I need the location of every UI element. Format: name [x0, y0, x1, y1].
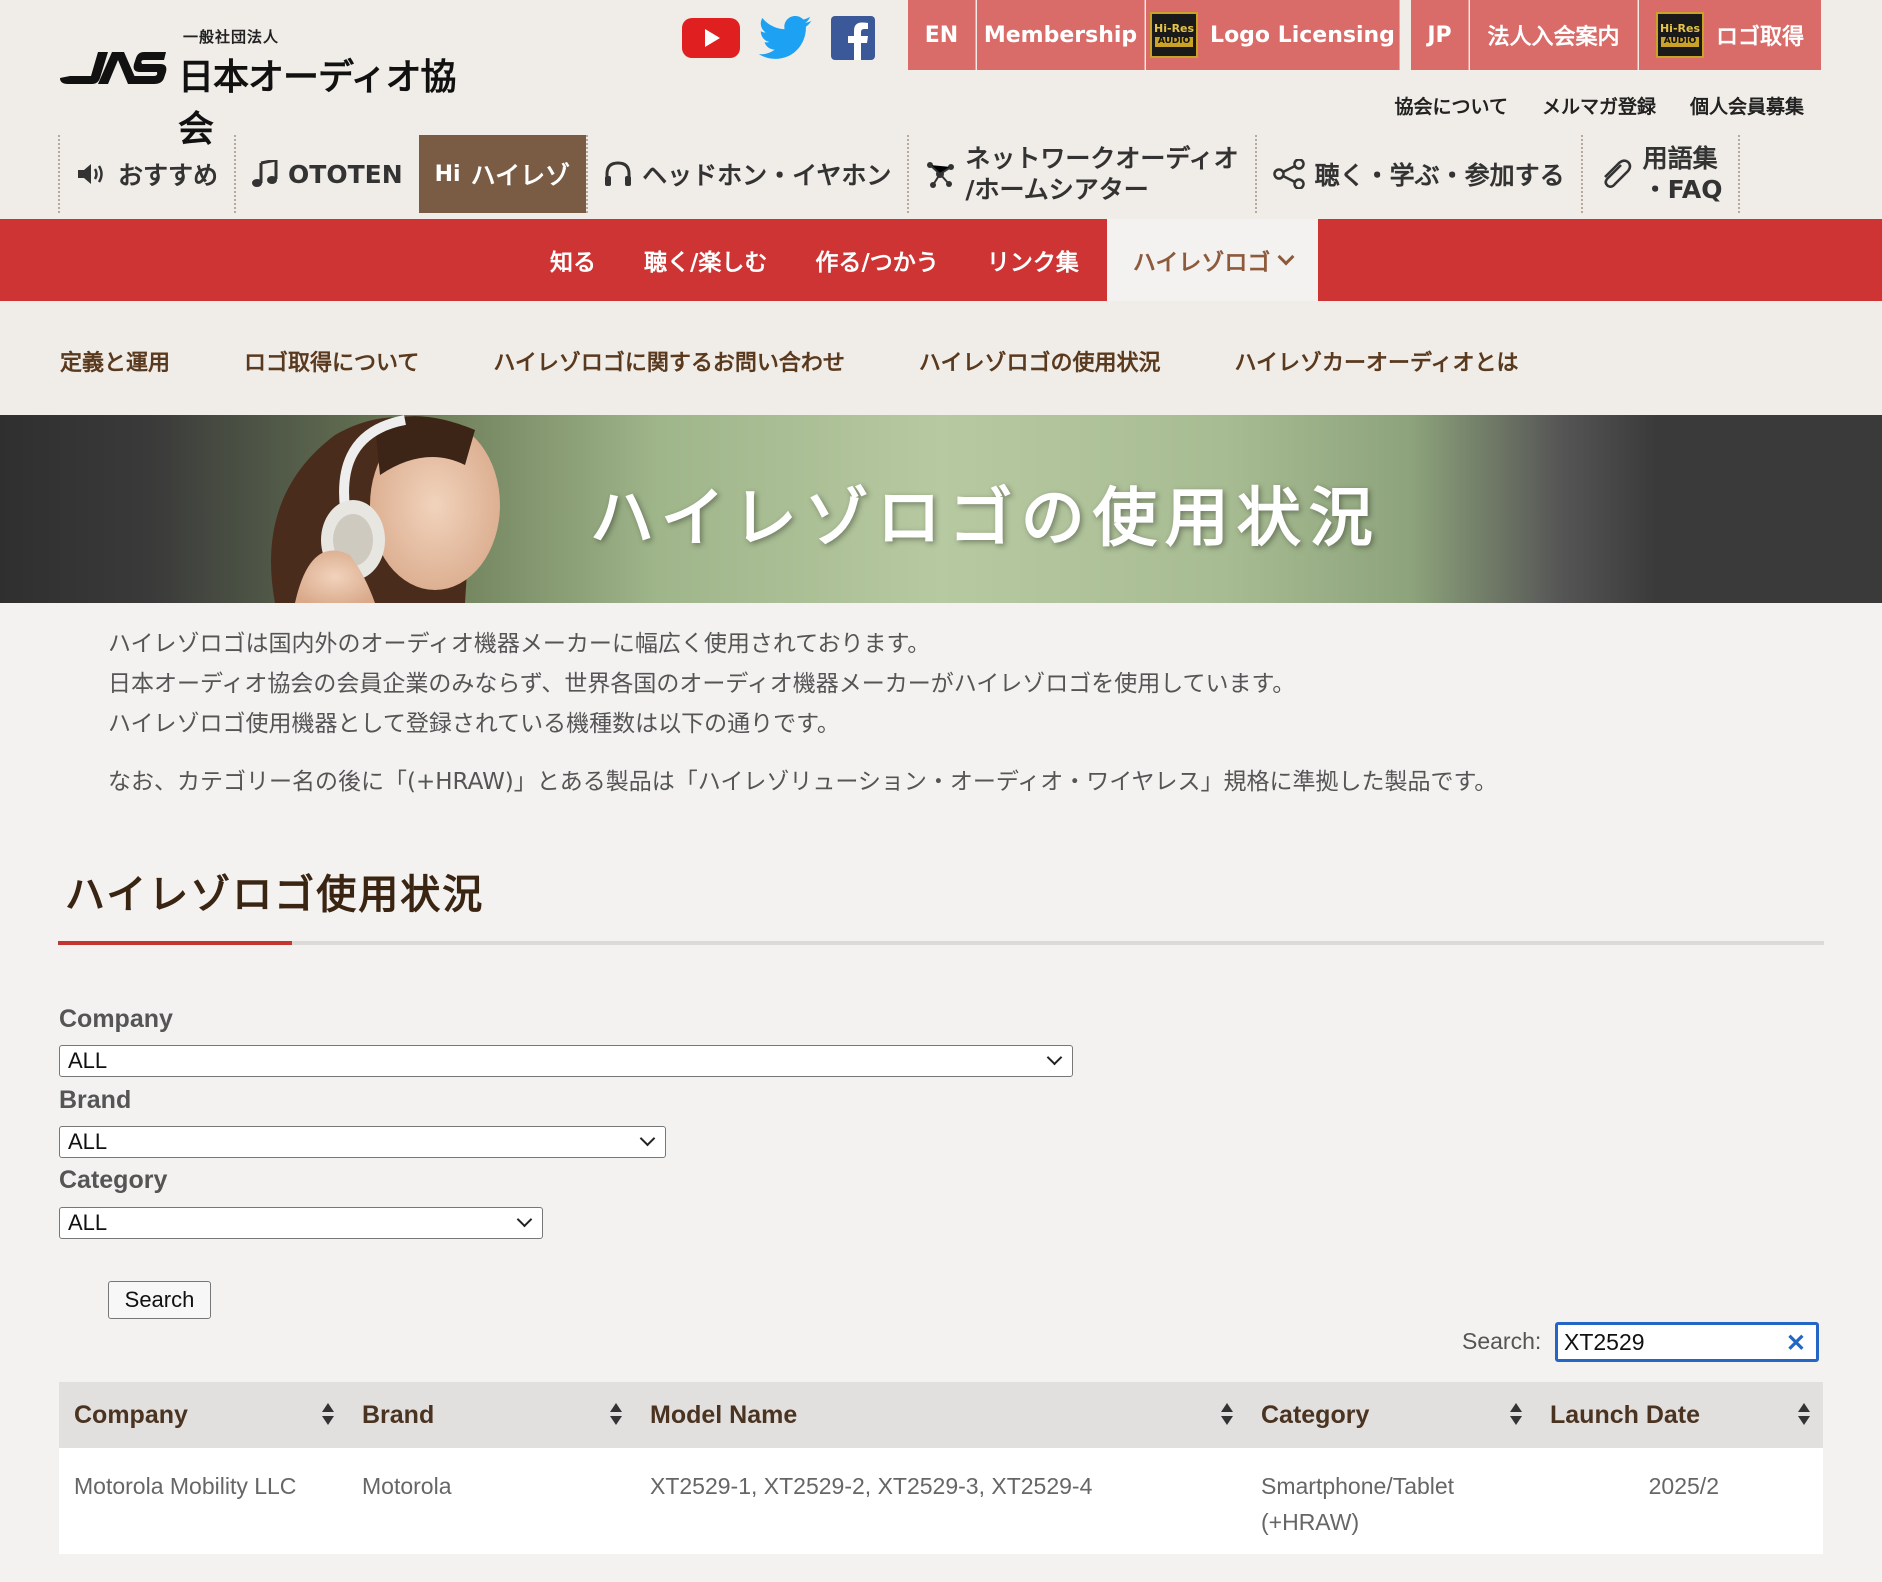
- paperclip-icon: [1603, 159, 1631, 188]
- youtube-link[interactable]: [682, 16, 740, 60]
- twitter-link[interactable]: [757, 16, 813, 60]
- youtube-icon: [682, 18, 740, 58]
- nav-network-audio[interactable]: ネットワークオーディオ /ホームシアター: [907, 135, 1254, 213]
- company-select[interactable]: ALL: [59, 1045, 1073, 1077]
- search-button[interactable]: Search: [108, 1281, 211, 1319]
- tertiary-nav-inquiry[interactable]: ハイレゾロゴに関するお問い合わせ: [493, 345, 845, 377]
- nav-recommend[interactable]: おすすめ: [58, 135, 234, 213]
- table-header: Company Brand Model Name Category Launch…: [59, 1382, 1823, 1448]
- secondary-nav-make[interactable]: 作る/つかう: [791, 219, 962, 301]
- column-header-company[interactable]: Company: [59, 1382, 347, 1448]
- logo-subtitle: 一般社団法人: [183, 28, 280, 46]
- nav-ototen[interactable]: OTOTEN: [234, 135, 419, 213]
- link-about[interactable]: 協会について: [1395, 92, 1508, 119]
- headphones-icon: [605, 161, 632, 186]
- tab-logo-licensing[interactable]: Hi-Res AUDIO Logo Licensing: [1146, 0, 1400, 70]
- tab-jp[interactable]: JP: [1411, 0, 1469, 70]
- column-header-model[interactable]: Model Name: [635, 1382, 1246, 1448]
- category-label: Category: [59, 1166, 168, 1194]
- intro-line: ハイレゾロゴは国内外のオーディオ機器メーカーに幅広く使用されております。: [108, 631, 931, 657]
- nav-glossary-faq[interactable]: 用語集 ・FAQ: [1580, 135, 1741, 213]
- speaker-icon: [78, 164, 103, 184]
- table-row: Motorola Mobility LLC Motorola XT2529-1,…: [59, 1448, 1823, 1554]
- facebook-icon: [831, 16, 875, 60]
- tab-en[interactable]: EN: [908, 0, 976, 70]
- hero-banner: ハイレゾロゴの使用状況: [0, 415, 1882, 603]
- table-search-label: Search:: [1462, 1328, 1542, 1354]
- tab-logo-get-label: ロゴ取得: [1715, 25, 1804, 50]
- secondary-nav: 知る 聴く/楽しむ 作る/つかう リンク集 ハイレゾロゴ: [526, 219, 1319, 301]
- main-nav: おすすめ OTOTEN Hi ハイレゾ ヘッドホン・イヤホン ネットワークオーデ…: [58, 135, 1824, 213]
- facebook-link[interactable]: [830, 16, 876, 60]
- jas-logo[interactable]: 一般社団法人 日本オーディオ協会: [58, 22, 478, 150]
- column-header-brand[interactable]: Brand: [347, 1382, 635, 1448]
- share-icon: [1272, 159, 1305, 189]
- tertiary-nav: 定義と運用 ロゴ取得について ハイレゾロゴに関するお問い合わせ ハイレゾロゴの使…: [60, 345, 1519, 377]
- tertiary-nav-definition[interactable]: 定義と運用: [60, 345, 170, 377]
- jas-logo-mark-icon: [60, 52, 167, 84]
- cell-company: Motorola Mobility LLC: [74, 1473, 297, 1499]
- sort-icon: [1797, 1403, 1811, 1427]
- column-header-launch-date[interactable]: Launch Date: [1535, 1382, 1823, 1448]
- sort-icon: [609, 1403, 623, 1427]
- nav-headphones[interactable]: ヘッドホン・イヤホン: [586, 135, 907, 213]
- chevron-down-icon: [1046, 1049, 1063, 1066]
- tertiary-nav-usage-status[interactable]: ハイレゾロゴの使用状況: [919, 345, 1161, 377]
- hi-icon: Hi: [434, 161, 461, 187]
- table-search-input[interactable]: XT2529 ✕: [1555, 1322, 1819, 1362]
- category-select[interactable]: ALL: [59, 1207, 543, 1239]
- intro-line: ハイレゾロゴ使用機器として登録されている機種数は以下の通りです。: [108, 711, 840, 737]
- link-individual-membership[interactable]: 個人会員募集: [1690, 92, 1804, 119]
- clear-icon[interactable]: ✕: [1786, 1329, 1806, 1358]
- column-header-category[interactable]: Category: [1246, 1382, 1535, 1448]
- tab-membership[interactable]: Membership: [977, 0, 1145, 70]
- network-nodes-icon: [927, 162, 955, 188]
- sort-icon: [321, 1403, 335, 1427]
- nav-listen-learn[interactable]: 聴く・学ぶ・参加する: [1254, 135, 1581, 213]
- link-newsletter[interactable]: メルマガ登録: [1542, 92, 1656, 119]
- cell-model: XT2529-1, XT2529-2, XT2529-3, XT2529-4: [650, 1473, 1093, 1499]
- secondary-nav-bar: 知る 聴く/楽しむ 作る/つかう リンク集 ハイレゾロゴ: [0, 219, 1882, 301]
- site-header: 一般社団法人 日本オーディオ協会 EN Membership Hi-Res AU…: [0, 0, 1882, 219]
- hires-audio-badge-icon: Hi-Res AUDIO: [1150, 12, 1199, 58]
- intro-note: なお、カテゴリー名の後に「(+HRAW)」とある製品は「ハイレゾリューション・オ…: [108, 769, 1498, 795]
- section-title: ハイレゾロゴ使用状況: [65, 872, 485, 918]
- sort-icon: [1220, 1403, 1234, 1427]
- secondary-nav-hires-logo[interactable]: ハイレゾロゴ: [1106, 219, 1319, 301]
- tab-logo-licensing-label: Logo Licensing: [1210, 22, 1395, 48]
- results-table: Company Brand Model Name Category Launch…: [59, 1382, 1823, 1554]
- nav-hires[interactable]: Hi ハイレゾ: [418, 135, 587, 213]
- chevron-down-icon: [639, 1130, 656, 1147]
- intro-line: 日本オーディオ協会の会員企業のみならず、世界各国のオーディオ機器メーカーがハイレ…: [108, 671, 1296, 697]
- hires-audio-badge-icon: Hi-Res AUDIO: [1655, 12, 1704, 58]
- hero-title: ハイレゾロゴの使用状況: [590, 481, 1381, 556]
- cell-brand: Motorola: [362, 1473, 452, 1499]
- tab-corp-membership[interactable]: 法人入会案内: [1470, 0, 1638, 70]
- header-sub-links: 協会について メルマガ登録 個人会員募集: [1395, 92, 1804, 119]
- twitter-bird-icon: [758, 16, 812, 59]
- chevron-down-icon: [516, 1211, 533, 1228]
- tertiary-nav-logo-acquisition[interactable]: ロゴ取得について: [244, 345, 419, 377]
- secondary-nav-know[interactable]: 知る: [526, 219, 620, 301]
- cell-launch-date: 2025/2: [1648, 1473, 1719, 1499]
- intro-text: ハイレゾロゴは国内外のオーディオ機器メーカーに幅広く使用されております。 日本オ…: [108, 624, 1497, 802]
- tertiary-nav-car-audio[interactable]: ハイレゾカーオーディオとは: [1234, 345, 1518, 377]
- tertiary-nav-bar: 定義と運用 ロゴ取得について ハイレゾロゴに関するお問い合わせ ハイレゾロゴの使…: [0, 301, 1882, 415]
- brand-label: Brand: [59, 1086, 132, 1114]
- company-label: Company: [59, 1005, 173, 1033]
- secondary-nav-listen[interactable]: 聴く/楽しむ: [620, 219, 791, 301]
- chevron-down-icon: [1277, 248, 1295, 266]
- music-note-icon: [252, 160, 278, 187]
- woman-with-headphones-image: [271, 415, 500, 603]
- section-divider: [58, 941, 1824, 945]
- brand-select[interactable]: ALL: [59, 1126, 666, 1158]
- cell-category: Smartphone/Tablet (+HRAW): [1261, 1473, 1455, 1535]
- tab-logo-get[interactable]: Hi-Res AUDIO ロゴ取得: [1639, 0, 1821, 70]
- sort-icon: [1509, 1403, 1523, 1427]
- secondary-nav-links[interactable]: リンク集: [963, 219, 1103, 301]
